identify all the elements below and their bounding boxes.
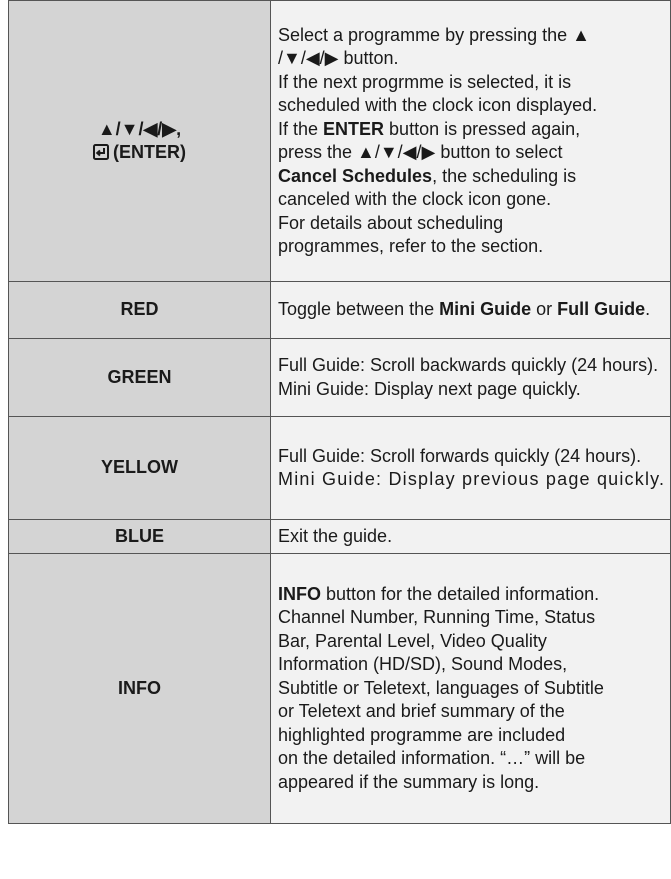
description-cell: Toggle between the Mini Guide or Full Gu… — [270, 281, 671, 339]
blue-key-cell: BLUE — [8, 519, 271, 554]
desc-line: canceled with the clock icon gone. — [278, 189, 552, 209]
table-row: RED Toggle between the Mini Guide or Ful… — [8, 281, 671, 339]
desc-line: Bar, Parental Level, Video Quality — [278, 630, 547, 651]
desc-text: or — [531, 299, 558, 320]
table-row: INFO INFO button for the detailed inform… — [8, 553, 671, 824]
table-row: ▲/▼/◀/▶, (ENTER) Select a programme by p… — [8, 0, 671, 282]
enter-label: (ENTER) — [113, 142, 186, 162]
desc-text: Toggle between the — [278, 299, 440, 320]
desc-line: button for the detailed information. — [321, 583, 600, 604]
table-row: GREEN Full Guide: Scroll backwards quick… — [8, 338, 671, 417]
enter-icon — [93, 144, 109, 160]
yellow-key-cell: YELLOW — [8, 416, 271, 520]
desc-line: If the next progrmme is selected, it is — [278, 71, 572, 92]
desc-line: Channel Number, Running Time, Status — [278, 607, 596, 628]
desc-paragraph: Full Guide: Scroll forwards quickly (24 … — [278, 445, 642, 466]
desc-line: or Teletext and brief summary of the — [278, 701, 565, 722]
full-guide-text: Full Guide — [557, 299, 646, 320]
table-row: BLUE Exit the guide. — [8, 519, 671, 554]
enter-bold-text: ENTER — [323, 118, 385, 139]
description-cell: Select a programme by pressing the ▲ /▼/… — [270, 0, 671, 282]
desc-line: button is pressed again, — [384, 118, 581, 139]
description-cell: INFO button for the detailed information… — [270, 553, 671, 824]
desc-line: highlighted programme are included — [278, 724, 566, 745]
desc-line: If the — [278, 118, 324, 139]
desc-paragraph: Full Guide: Scroll backwards quickly (24… — [278, 355, 659, 375]
desc-line: Subtitle or Teletext, languages of Subti… — [278, 677, 604, 698]
desc-line: For details about scheduling — [278, 212, 504, 233]
desc-line: on the detailed information. “…” will be — [278, 748, 586, 769]
green-key-cell: GREEN — [8, 338, 271, 417]
key-cell: ▲/▼/◀/▶, (ENTER) — [8, 0, 271, 282]
description-cell: Exit the guide. — [270, 519, 671, 554]
desc-line: press the ▲/▼/◀/▶ button to select — [278, 142, 563, 162]
mini-guide-text: Mini Guide — [439, 299, 532, 320]
description-cell: Full Guide: Scroll backwards quickly (24… — [270, 338, 671, 417]
desc-paragraph: Mini Guide: Display next page quickly. — [278, 378, 581, 399]
info-bold-text: INFO — [278, 583, 321, 604]
desc-line: Information (HD/SD), Sound Modes, — [278, 654, 568, 675]
table-row: YELLOW Full Guide: Scroll forwards quick… — [8, 416, 671, 520]
desc-text: . — [645, 299, 651, 320]
description-cell: Full Guide: Scroll forwards quickly (24 … — [270, 416, 671, 520]
arrow-keys-label: ▲/▼/◀/▶, — [97, 118, 182, 139]
cancel-schedules-text: Cancel Schedules — [278, 165, 433, 186]
info-key-cell: INFO — [8, 553, 271, 824]
guide-buttons-table: ▲/▼/◀/▶, (ENTER) Select a programme by p… — [8, 0, 671, 824]
red-key-cell: RED — [8, 281, 271, 339]
desc-line: , the scheduling is — [432, 165, 577, 186]
desc-paragraph: Mini Guide: Display previous page quickl… — [278, 469, 666, 489]
desc-line: appeared if the summary is long. — [278, 771, 540, 792]
desc-line: Select a programme by pressing the ▲ — [278, 24, 590, 45]
desc-line: /▼/◀/▶ button. — [278, 48, 399, 68]
desc-line: programmes, refer to the section. — [278, 236, 544, 256]
desc-line: scheduled with the clock icon displayed. — [278, 95, 598, 115]
